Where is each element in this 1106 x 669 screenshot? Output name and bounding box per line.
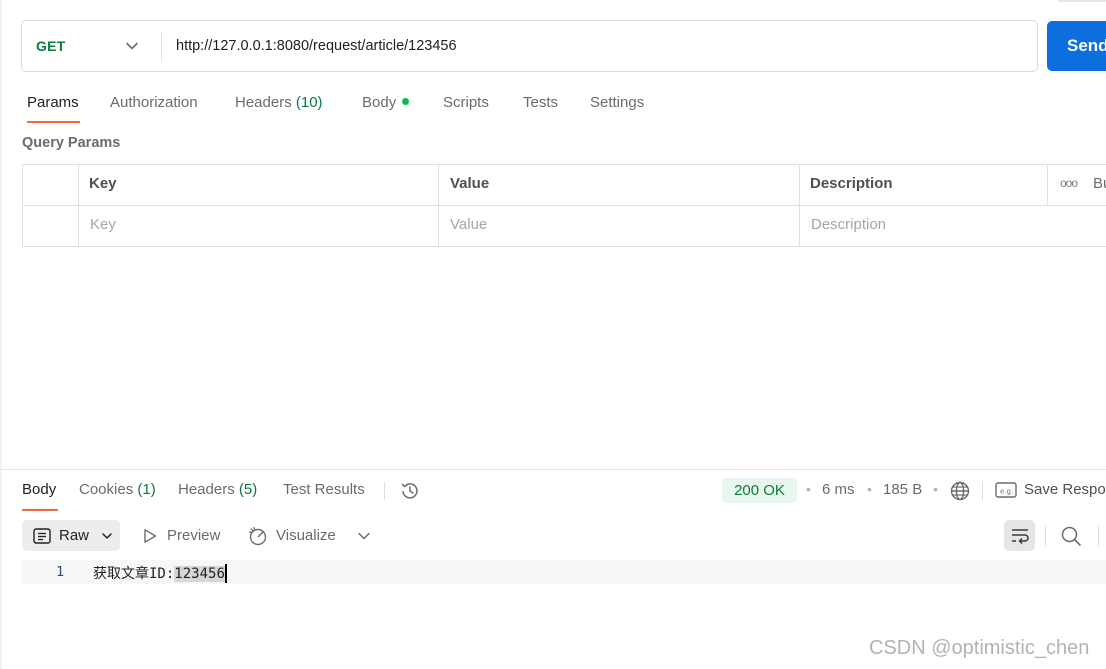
status-badge[interactable]: 200 OK [722,478,797,503]
response-tab-test-results[interactable]: Test Results [283,481,365,503]
svg-text:e.g.: e.g. [1000,488,1013,496]
params-col-divider [1047,164,1048,205]
toolbar-divider [1098,526,1099,546]
text-cursor [224,563,227,583]
meta-separator: • [933,481,938,497]
watermark: CSDN @optimistic_chen [869,637,1090,659]
meta-divider [982,482,983,500]
tab-authorization[interactable]: Authorization [110,94,198,116]
response-size[interactable]: 185 B [883,481,922,498]
column-description: Description [810,175,893,192]
visualize-button[interactable]: Visualize [276,527,336,544]
response-tab-cookies[interactable]: Cookies (1) [79,481,156,503]
response-text-prefix: 获取文章ID: [93,566,175,582]
wrap-icon [1011,528,1029,544]
history-icon[interactable] [399,480,421,502]
tab-params-underline [27,121,80,123]
value-input[interactable]: Value [450,216,487,233]
column-key: Key [89,175,117,192]
search-icon[interactable] [1060,525,1082,547]
tab-body[interactable]: Body [362,94,410,116]
tab-scripts[interactable]: Scripts [443,94,489,116]
meta-separator: • [806,481,811,497]
params-col-divider [799,164,800,247]
chevron-down-icon [102,532,112,539]
tab-params[interactable]: Params [27,94,79,116]
response-divider[interactable] [0,469,1106,470]
response-tab-headers-count: (5) [238,481,258,498]
tab-body-label: Body [362,94,397,111]
visualize-icon[interactable] [247,525,269,547]
url-input[interactable]: http://127.0.0.1:8080/request/article/12… [176,21,1026,71]
format-select[interactable]: Raw [22,520,120,551]
globe-icon[interactable] [949,480,971,502]
body-indicator-dot [402,97,410,105]
description-input[interactable]: Description [811,216,886,233]
top-right-tab-edge [1058,0,1106,2]
response-text-selection: 123456 [174,566,225,582]
method-select[interactable]: GET [22,21,161,71]
tab-headers-count: (10) [295,94,323,111]
response-body-text[interactable]: 获取文章ID:123456 [93,563,227,584]
response-tab-cookies-count: (1) [137,481,156,498]
toolbar-divider [1045,526,1046,546]
response-tab-body-underline [22,509,58,511]
more-options-icon[interactable]: ooo [1060,176,1078,190]
tab-settings[interactable]: Settings [590,94,644,116]
request-bar: GET http://127.0.0.1:8080/request/articl… [21,20,1038,72]
column-value: Value [450,175,490,192]
save-example-icon[interactable]: e.g. [995,481,1017,499]
params-col-divider [78,164,79,247]
line-number: 1 [56,564,65,580]
bulk-edit-button[interactable]: Bu [1093,175,1106,192]
meta-separator: • [867,481,872,497]
method-divider [161,31,162,61]
tab-headers[interactable]: Headers (10) [235,94,323,116]
window-edge [0,0,2,669]
preview-button[interactable]: Preview [167,527,220,544]
response-tab-headers-label: Headers [178,481,235,498]
wrap-lines-button[interactable] [1004,520,1035,551]
play-icon[interactable] [142,528,158,544]
tab-tests[interactable]: Tests [523,94,558,116]
method-label: GET [36,38,66,54]
query-params-title: Query Params [22,135,121,151]
tab-separator [384,482,385,500]
raw-format-icon [33,527,51,544]
key-input[interactable]: Key [90,216,116,233]
response-time[interactable]: 6 ms [822,481,855,498]
tab-headers-label: Headers [235,94,292,111]
response-tab-cookies-label: Cookies [79,481,134,498]
params-col-divider [438,164,439,247]
params-table-row-divider [22,205,1106,206]
chevron-down-icon[interactable] [125,39,139,53]
response-tab-body[interactable]: Body [22,481,56,503]
response-tab-headers[interactable]: Headers (5) [178,481,257,503]
format-label: Raw [59,527,90,544]
save-response-button[interactable]: Save Respo [1024,481,1106,498]
chevron-down-icon[interactable] [357,530,371,542]
send-button[interactable]: Send [1047,21,1106,71]
